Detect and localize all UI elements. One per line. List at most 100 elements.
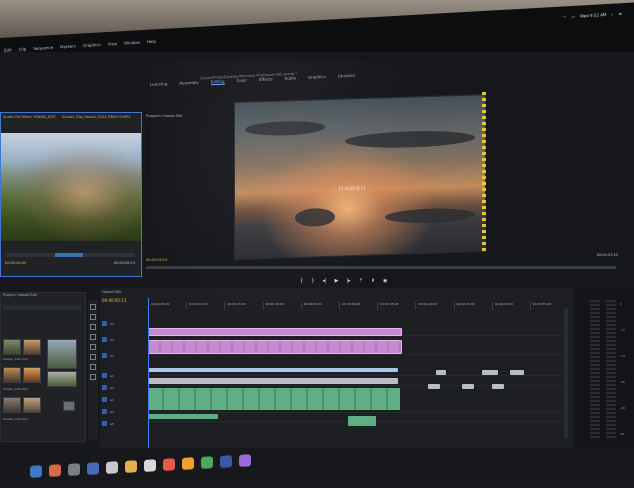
sequence-tab[interactable]: Hawaii Edit [102,290,122,294]
mark-in-button[interactable]: { [300,278,303,284]
source-monitor[interactable]: Audio Clip Mixer: HAWAII_EDIT Sunset_Cli… [0,112,142,277]
step-back-button[interactable]: ◂| [322,278,326,284]
clock[interactable]: Wed 9:52 AM [580,11,606,18]
project-thumbnail[interactable] [23,339,41,355]
wifi-icon[interactable]: ◠ [563,14,567,19]
track-header-a1[interactable]: A1 [102,372,146,379]
menu-view[interactable]: View [108,41,118,47]
track-target-icon[interactable] [102,385,107,390]
source-timecode[interactable]: 00:00:00:00 [5,261,26,265]
audio-clip[interactable] [148,378,398,384]
extract-button[interactable]: ⇞ [371,278,375,284]
menu-clip[interactable]: Clip [19,46,27,51]
project-panel[interactable]: Project: Hawaii Edit Hawaii_A01.mp4 Hawa… [0,292,86,442]
track-target-icon[interactable] [102,397,107,402]
track-header-v1[interactable]: V1 [102,352,146,359]
step-forward-button[interactable]: |▸ [346,278,350,284]
app-icon[interactable] [68,463,80,476]
mark-out-button[interactable]: } [311,278,314,284]
track-header-a2[interactable]: A2 [102,384,146,391]
project-thumbnail[interactable] [23,397,41,413]
workspace-editing[interactable]: Editing [210,78,225,86]
source-header-label[interactable]: Audio Clip Mixer: HAWAII_EDIT [3,115,56,119]
video-clip[interactable] [148,368,398,372]
lift-button[interactable]: ⇡ [359,278,363,284]
premiere-pro-icon[interactable] [239,454,251,467]
app-icon[interactable] [125,460,137,473]
menu-markers[interactable]: Markers [60,43,76,49]
app-icon[interactable] [163,458,175,471]
track-header-a3[interactable]: A3 [102,396,146,403]
source-video-frame[interactable] [1,133,141,241]
track-target-icon[interactable] [102,337,107,342]
nested-sequence-clip[interactable] [148,340,402,354]
app-icon[interactable] [106,461,118,474]
audio-waveform-clip[interactable] [148,388,400,410]
timeline-panel[interactable]: Hawaii Edit 00:00:05:13 00:00:05:00 00:0… [100,288,574,448]
track-target-icon[interactable] [102,409,107,414]
finder-icon[interactable] [30,465,42,478]
menu-sequence[interactable]: Sequence [33,44,53,50]
program-monitor-header[interactable]: Program: Hawaii Edit [146,114,183,118]
app-icon[interactable] [220,455,232,468]
project-thumbnail[interactable] [3,367,21,383]
app-icon[interactable] [87,462,99,475]
program-monitor[interactable]: Program: Hawaii Edit HAWAII 00:00:05:13 … [146,86,634,286]
track-target-icon[interactable] [102,373,107,378]
menu-graphics[interactable]: Graphics [83,42,101,48]
playhead[interactable] [148,298,149,448]
project-thumbnail[interactable] [47,339,77,369]
menu-help[interactable]: Help [147,38,156,44]
app-icon[interactable] [201,456,213,469]
play-button[interactable]: ▶ [335,278,339,284]
workspace-audio[interactable]: Audio [285,75,296,82]
project-thumbnail[interactable] [3,339,21,355]
slip-tool-icon[interactable] [90,344,96,350]
track-select-tool-icon[interactable] [90,314,96,320]
timeline-timecode[interactable]: 00:00:05:13 [102,298,126,303]
source-zoom-slider[interactable] [5,253,135,257]
project-search-input[interactable] [3,305,81,310]
track-lane-a2[interactable] [148,388,568,413]
audio-clip[interactable] [148,414,218,419]
workspace-effects[interactable]: Effects [259,76,273,83]
project-thumbnail[interactable] [63,401,75,411]
battery-icon[interactable]: ▭ [571,13,575,18]
program-timecode[interactable]: 00:00:05:13 [146,258,167,262]
track-lane-a3[interactable] [148,414,568,426]
workspace-libraries[interactable]: Libraries [338,73,355,80]
program-video-frame[interactable]: HAWAII [234,94,486,260]
video-clip[interactable] [510,370,524,375]
track-header-v2[interactable]: V2 [102,336,146,343]
track-lane-v2[interactable] [148,340,568,355]
razor-tool-icon[interactable] [90,334,96,340]
track-lane-a1[interactable] [148,378,568,389]
hand-tool-icon[interactable] [90,364,96,370]
title-overlay[interactable]: HAWAII [339,185,367,193]
audio-clip[interactable] [348,416,376,426]
app-icon[interactable] [144,459,156,472]
type-tool-icon[interactable] [90,374,96,380]
app-icon[interactable] [182,457,194,470]
video-clip[interactable] [482,370,498,375]
project-thumbnail[interactable] [23,367,41,383]
track-target-icon[interactable] [102,321,107,326]
program-scrub-bar[interactable] [146,266,616,269]
workspace-graphics[interactable]: Graphics [308,74,326,81]
track-header-a4[interactable]: A4 [102,408,146,415]
project-thumbnail[interactable] [3,397,21,413]
track-header-a5[interactable]: A5 [102,420,146,427]
source-clip-name[interactable]: Sunset_Clip_Hawaii_0104_RB0023.MP4 [62,115,130,119]
search-icon[interactable]: ⌕ [611,11,613,16]
video-clip[interactable] [436,370,446,375]
timeline-vertical-scrollbar[interactable] [564,308,568,438]
ripple-edit-tool-icon[interactable] [90,324,96,330]
track-lane-v3[interactable] [148,328,568,336]
track-header-v3[interactable]: V3 [102,320,146,327]
title-clip[interactable] [148,328,402,336]
timeline-ruler[interactable]: 00:00:05:00 00:00:10:00 00:00:15:00 00:0… [148,302,568,310]
menu-icon[interactable]: ≡ [619,11,622,16]
pen-tool-icon[interactable] [90,354,96,360]
app-icon[interactable] [49,464,61,477]
export-frame-button[interactable]: ◉ [383,278,387,284]
